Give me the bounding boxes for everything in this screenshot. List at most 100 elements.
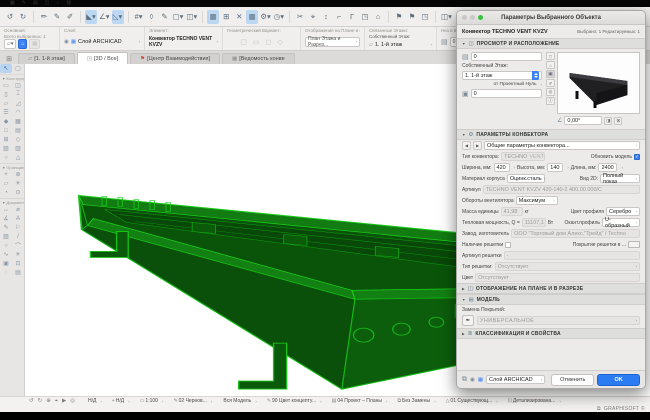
grille-checkbox[interactable] bbox=[505, 242, 511, 248]
grille-cover-swatch[interactable] bbox=[628, 241, 640, 248]
document-tool-icon[interactable]: ∿ bbox=[0, 250, 12, 259]
preview-mode-button[interactable]: □ bbox=[546, 52, 555, 60]
status-dropdown[interactable]: ⧉ Без Замены › bbox=[394, 398, 438, 404]
status-dropdown[interactable]: ✎ 90 Цвет концепту... › bbox=[264, 398, 325, 404]
toolbar-icon[interactable]: ◊ bbox=[146, 10, 158, 24]
toolbar-icon[interactable]: ▦ bbox=[246, 10, 258, 24]
toolbar-icon[interactable]: ∠▾ bbox=[98, 10, 111, 24]
toolbar-icon[interactable]: ✐ bbox=[64, 10, 76, 24]
favorites-button[interactable]: ⌂ bbox=[18, 39, 27, 49]
preview-mode-button[interactable]: ▣ bbox=[546, 70, 555, 78]
design-tool-icon[interactable]: ⊞ bbox=[0, 135, 12, 144]
layer-dropdown[interactable]: Слой ARCHICAD› bbox=[486, 375, 545, 384]
document-tool-icon[interactable]: ⌒ bbox=[12, 241, 24, 250]
eye-icon[interactable]: ◉ bbox=[64, 39, 69, 45]
document-tool-icon[interactable]: ⌀ bbox=[12, 205, 24, 214]
toolbar-icon[interactable] bbox=[80, 11, 81, 23]
stepper-control[interactable] bbox=[532, 71, 539, 80]
parameter-page-dropdown[interactable]: Общие параметры конвектора... › bbox=[484, 141, 640, 150]
geometry-method-icon[interactable]: ◇ bbox=[277, 38, 282, 46]
design-tool-icon[interactable]: ▭ bbox=[0, 81, 12, 90]
section-convector-parameters[interactable]: ▼ ⚙ ПАРАМЕТРЫ КОНВЕКТОРА bbox=[457, 129, 645, 140]
toolbar-icon[interactable]: ↺ bbox=[4, 10, 16, 24]
design-tool-icon[interactable]: ◆ bbox=[0, 117, 12, 126]
view-tab[interactable]: ▱ [1. 1-й этаж] bbox=[18, 53, 75, 64]
view-tool-icon[interactable]: ⊕ bbox=[12, 170, 24, 179]
document-tool-icon[interactable]: ✎ bbox=[0, 223, 12, 232]
design-tool-icon[interactable]: ◫ bbox=[12, 81, 24, 90]
section-preview-position[interactable]: ▼ ◫ ПРОСМОТР И РАСПОЛОЖЕНИЕ bbox=[457, 38, 645, 49]
mirror-button[interactable]: ◨ bbox=[604, 117, 612, 125]
status-dropdown[interactable]: △ 01 Существующ... › bbox=[443, 398, 501, 404]
rotation-angle-input[interactable]: 0,00° bbox=[564, 116, 602, 125]
edge-profile-dropdown[interactable]: U-образный› bbox=[602, 218, 640, 227]
minimize-button[interactable] bbox=[470, 15, 475, 20]
document-tool-icon[interactable]: ↔ bbox=[0, 205, 12, 214]
layer-value[interactable]: Слой ARCHICAD bbox=[78, 39, 122, 45]
toolbar-icon[interactable] bbox=[388, 11, 389, 23]
chevron-icon[interactable]: › bbox=[215, 39, 219, 44]
toolbar-icon[interactable] bbox=[128, 11, 129, 23]
document-tool-icon[interactable]: ▣ bbox=[0, 259, 12, 268]
section-floorplan-section[interactable]: ▶ ◫ ОТОБРАЖЕНИЕ НА ПЛАНЕ И В РАЗРЕЗЕ bbox=[457, 283, 645, 294]
toolbox-section-document[interactable]: ▼Документир bbox=[0, 198, 24, 205]
view-tool-icon[interactable]: ◔ bbox=[0, 188, 12, 197]
quick-view-icon[interactable]: ↻ bbox=[38, 398, 43, 405]
view-tab[interactable]: ⚑ [Центр Взаимодействия] bbox=[130, 53, 220, 64]
toolbar-icon[interactable]: ⚙▾ bbox=[259, 10, 272, 24]
width-input[interactable]: 420 bbox=[494, 163, 510, 172]
section-model[interactable]: ▼ ▤ МОДЕЛЬ bbox=[457, 294, 645, 305]
view2d-dropdown[interactable]: Полный показ› bbox=[600, 174, 640, 183]
toolbar-icon[interactable]: ▢▾ bbox=[172, 10, 185, 24]
design-tool-icon[interactable]: ◿ bbox=[12, 99, 24, 108]
design-tool-icon[interactable]: ▧ bbox=[0, 144, 12, 153]
status-dropdown[interactable]: ⊡ Детализирована... › bbox=[505, 398, 564, 404]
design-tool-icon[interactable]: ☰ bbox=[0, 108, 12, 117]
zoom-button[interactable] bbox=[478, 15, 483, 20]
toolbar-icon[interactable]: ⚑ bbox=[393, 10, 405, 24]
design-tool-icon[interactable]: △ bbox=[12, 153, 24, 162]
toolbar-icon[interactable] bbox=[435, 11, 436, 23]
toolbar-icon[interactable]: ⌐ bbox=[333, 10, 345, 24]
toolbar-icon[interactable]: ◺▾ bbox=[112, 10, 124, 24]
default-settings-button[interactable]: ▱▾ bbox=[4, 39, 16, 49]
bottom-elevation-input[interactable]: 0 bbox=[471, 89, 542, 98]
status-dropdown[interactable]: Вся Модель › bbox=[219, 398, 259, 404]
display-dropdown[interactable]: План Этажа и Разрез...› bbox=[305, 37, 360, 47]
document-tool-icon[interactable]: ⊡ bbox=[12, 259, 24, 268]
object-preview[interactable] bbox=[557, 52, 640, 114]
status-dropdown[interactable]: ▤ 04 Проект – Планы › bbox=[329, 398, 391, 404]
view-tool-icon[interactable]: ▱ bbox=[0, 179, 12, 188]
reset-button[interactable]: ⊠ bbox=[614, 117, 622, 125]
toolbar-icon[interactable] bbox=[289, 11, 290, 23]
quick-view-icon[interactable]: ⌖ bbox=[55, 398, 58, 405]
home-story-dropdown[interactable]: 1. 1-й этаж bbox=[462, 71, 542, 80]
quick-view-icon[interactable]: ↺ bbox=[29, 398, 34, 405]
design-tool-icon[interactable]: ⌶ bbox=[12, 90, 24, 99]
toolbar-icon[interactable]: ⊞ bbox=[220, 10, 232, 24]
close-button[interactable] bbox=[462, 15, 467, 20]
quick-view-icon[interactable]: ⊕ bbox=[46, 398, 51, 405]
material-dropdown[interactable]: Оцинк.сталь› bbox=[507, 174, 545, 183]
toolbar-icon[interactable]: ⚑ bbox=[406, 10, 418, 24]
toolbar-icon[interactable]: Γ bbox=[346, 10, 358, 24]
status-dropdown[interactable]: + Н/Д › bbox=[109, 398, 133, 404]
toolbar-icon[interactable]: ✕ bbox=[233, 10, 245, 24]
toolbar-icon[interactable]: ↕ bbox=[320, 10, 332, 24]
document-tool-icon[interactable]: / bbox=[12, 232, 24, 241]
status-dropdown[interactable]: ▭ 1:100 › bbox=[137, 398, 167, 404]
geometry-method-icon[interactable]: ◻ bbox=[266, 38, 272, 46]
fan-speed-dropdown[interactable]: Максимум› bbox=[516, 196, 558, 205]
toolbar-icon[interactable] bbox=[202, 11, 203, 23]
document-tool-icon[interactable]: ▨ bbox=[0, 232, 12, 241]
quick-view-icon[interactable]: ▶ bbox=[62, 398, 66, 405]
toolbar-icon[interactable]: ▦ bbox=[207, 10, 219, 24]
design-tool-icon[interactable]: ◠ bbox=[12, 108, 24, 117]
toolbar-icon[interactable]: ◣▾ bbox=[85, 10, 97, 24]
cancel-button[interactable]: Отменить bbox=[551, 374, 594, 386]
next-page-button[interactable]: ▶ bbox=[473, 141, 482, 150]
profile-color-dropdown[interactable]: Серебро› bbox=[606, 207, 640, 216]
design-tool-icon[interactable]: ▦ bbox=[12, 117, 24, 126]
length-input[interactable]: 2400 bbox=[598, 163, 617, 172]
toolbar-icon[interactable]: #▾ bbox=[133, 10, 145, 24]
